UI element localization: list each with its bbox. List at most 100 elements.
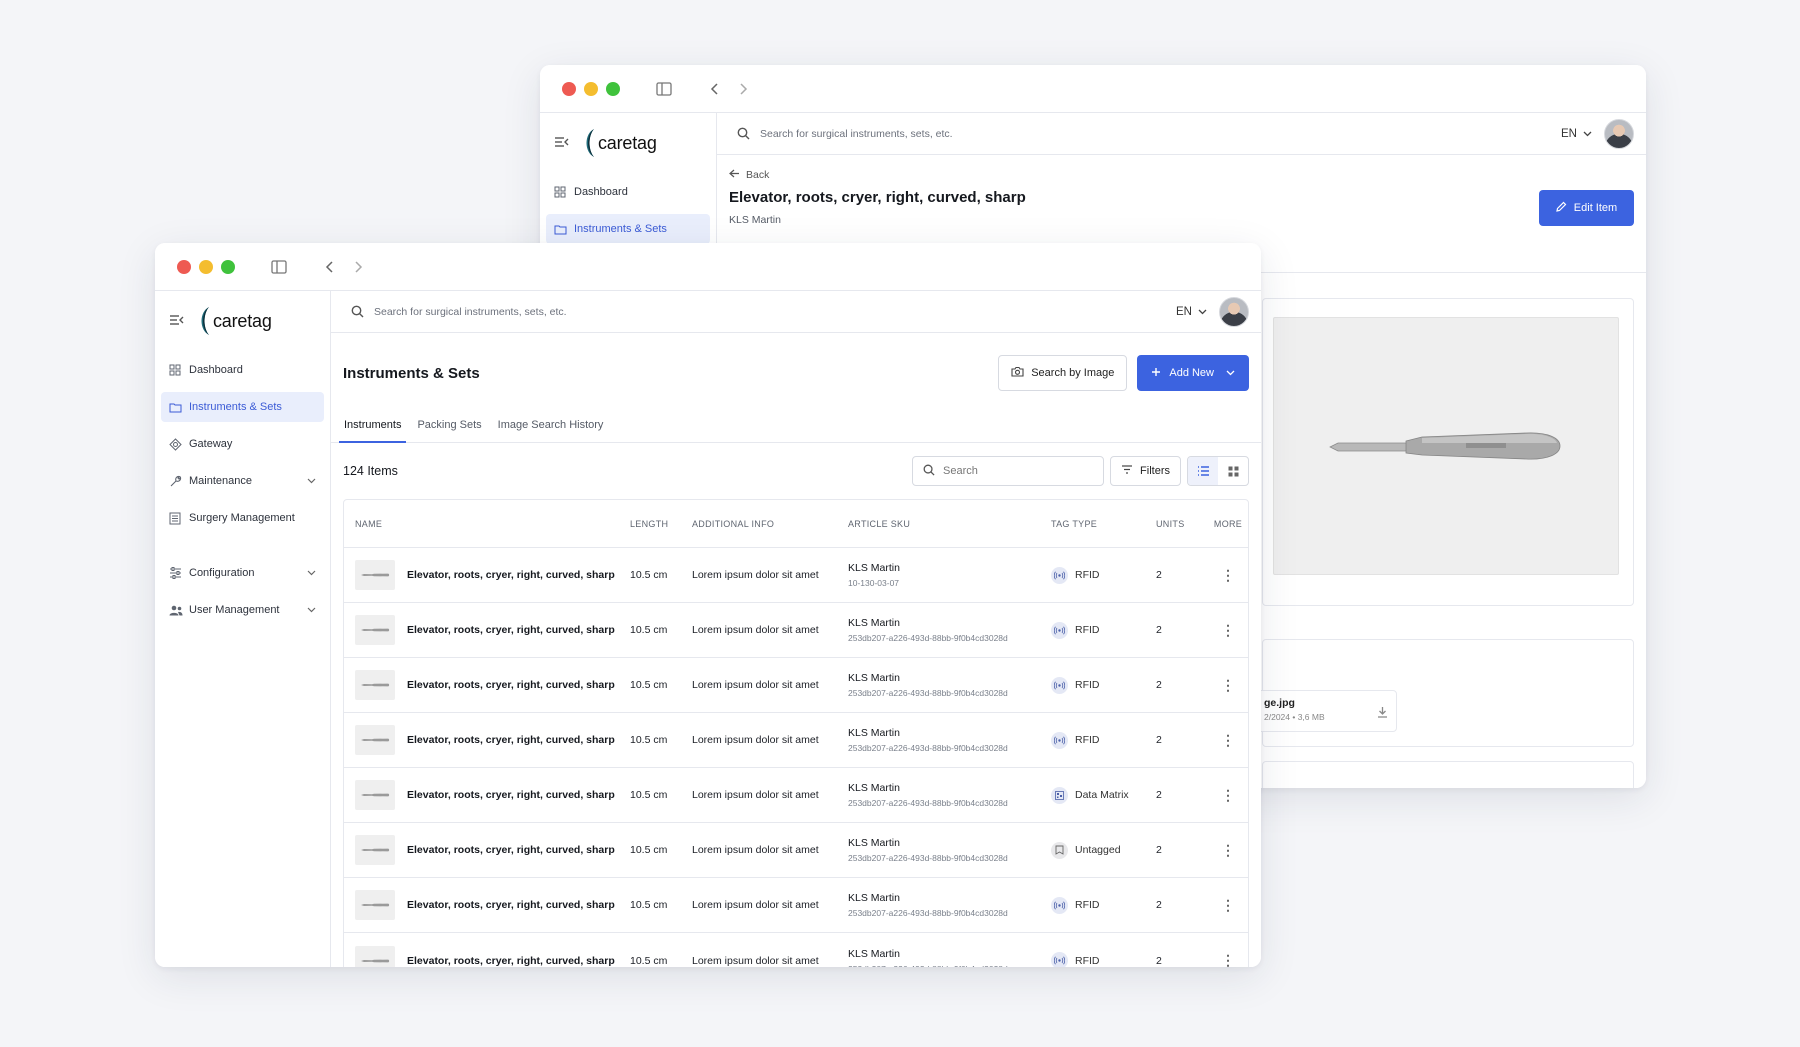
table-row[interactable]: Elevator, roots, cryer, right, curved, s… (344, 603, 1248, 658)
sidebar-item-configuration[interactable]: Configuration (161, 558, 324, 588)
back-link[interactable]: Back (729, 169, 1634, 181)
search-by-image-button[interactable]: Search by Image (998, 355, 1128, 391)
elevator-instrument-picture (1329, 432, 1561, 460)
chevron-down-icon (307, 567, 316, 579)
sidebar-item-label: Maintenance (189, 475, 252, 487)
tab-bar: Instruments Packing Sets Image Search Hi… (331, 413, 1261, 443)
table-row[interactable]: Elevator, roots, cryer, right, curved, s… (344, 823, 1248, 878)
sidebar-item-instruments[interactable]: Instruments & Sets (161, 392, 324, 422)
language-select[interactable]: EN (1561, 128, 1592, 140)
instrument-name[interactable]: Elevator, roots, cryer, right, curved, s… (407, 734, 615, 746)
more-options-icon[interactable]: ⋮ (1221, 732, 1235, 748)
instrument-image[interactable] (1273, 317, 1619, 575)
instrument-additional-info: Lorem ipsum dolor sit amet (692, 569, 819, 581)
more-options-icon[interactable]: ⋮ (1221, 952, 1235, 967)
instrument-units: 2 (1156, 624, 1162, 636)
instrument-units: 2 (1156, 844, 1162, 856)
table-row[interactable]: Elevator, roots, cryer, right, curved, s… (344, 713, 1248, 768)
more-options-icon[interactable]: ⋮ (1221, 677, 1235, 693)
grid-icon (169, 364, 189, 376)
tab-packing-sets[interactable]: Packing Sets (412, 413, 486, 443)
instrument-units: 2 (1156, 954, 1162, 967)
instrument-additional-info: Lorem ipsum dolor sit amet (692, 844, 819, 856)
sidebar: caretag Dashboard Instruments & Sets Gat… (155, 291, 331, 967)
table-row[interactable]: Elevator, roots, cryer, right, curved, s… (344, 878, 1248, 933)
global-search-input[interactable]: Search for surgical instruments, sets, e… (760, 128, 953, 140)
list-view-icon[interactable] (1188, 457, 1218, 485)
minimize-window-button[interactable] (584, 81, 598, 96)
nav-forward-icon[interactable] (353, 260, 363, 274)
maximize-window-button[interactable] (606, 81, 620, 96)
col-header-length[interactable]: LENGTH (630, 519, 692, 529)
chevron-down-icon (307, 475, 316, 487)
close-window-button[interactable] (177, 259, 191, 274)
instrument-name[interactable]: Elevator, roots, cryer, right, curved, s… (407, 789, 615, 801)
more-options-icon[interactable]: ⋮ (1221, 897, 1235, 913)
instrument-thumbnail (355, 725, 395, 755)
instrument-name[interactable]: Elevator, roots, cryer, right, curved, s… (407, 569, 615, 581)
instrument-manufacturer: KLS Martin (848, 727, 900, 739)
col-header-tag-type[interactable]: TAG TYPE (1051, 519, 1156, 529)
nav-forward-icon[interactable] (738, 82, 748, 96)
sidebar-item-surgery-management[interactable]: Surgery Management (161, 503, 324, 533)
add-new-button[interactable]: Add New (1137, 355, 1249, 391)
global-search-input[interactable]: Search for surgical instruments, sets, e… (374, 306, 567, 318)
nav-back-icon[interactable] (710, 82, 720, 96)
table-toolbar: 124 Items Search Filters (331, 443, 1261, 499)
language-label: EN (1561, 127, 1577, 140)
more-options-icon[interactable]: ⋮ (1221, 567, 1235, 583)
grid-view-icon[interactable] (1218, 457, 1248, 485)
table-row[interactable]: Elevator, roots, cryer, right, curved, s… (344, 548, 1248, 603)
more-options-icon[interactable]: ⋮ (1221, 787, 1235, 803)
avatar[interactable] (1604, 118, 1634, 149)
col-header-units[interactable]: UNITS (1156, 519, 1208, 529)
tab-image-search-history[interactable]: Image Search History (493, 413, 609, 443)
instrument-additional-info: Lorem ipsum dolor sit amet (692, 679, 819, 691)
table-search-input[interactable]: Search (912, 456, 1105, 486)
sidebar-item-instruments[interactable]: Instruments & Sets (546, 214, 710, 244)
tag-type-label: RFID (1075, 954, 1100, 967)
sidebar-item-dashboard[interactable]: Dashboard (546, 177, 710, 207)
sidebar-toggle-icon[interactable] (271, 259, 287, 274)
search-icon (351, 305, 364, 318)
instrument-manufacturer: KLS Martin (848, 672, 900, 684)
more-options-icon[interactable]: ⋮ (1221, 622, 1235, 638)
sidebar-toggle-icon[interactable] (656, 81, 672, 96)
edit-item-button[interactable]: Edit Item (1539, 190, 1634, 226)
menu-collapse-icon[interactable] (554, 135, 576, 152)
sidebar-item-dashboard[interactable]: Dashboard (161, 355, 324, 385)
nav-back-icon[interactable] (325, 260, 335, 274)
instrument-name[interactable]: Elevator, roots, cryer, right, curved, s… (407, 955, 615, 967)
table-row[interactable]: Elevator, roots, cryer, right, curved, s… (344, 933, 1248, 967)
instrument-name[interactable]: Elevator, roots, cryer, right, curved, s… (407, 899, 615, 911)
maximize-window-button[interactable] (221, 259, 235, 274)
tab-instruments[interactable]: Instruments (339, 413, 407, 443)
avatar[interactable] (1219, 296, 1249, 327)
tag-type-label: Untagged (1075, 844, 1121, 856)
minimize-window-button[interactable] (199, 259, 213, 274)
language-select[interactable]: EN (1176, 306, 1207, 318)
close-window-button[interactable] (562, 81, 576, 96)
instrument-additional-info: Lorem ipsum dolor sit amet (692, 954, 819, 967)
file-attachment[interactable]: ge.jpg 2/2024 • 3,6 MB (1257, 690, 1397, 732)
instrument-name[interactable]: Elevator, roots, cryer, right, curved, s… (407, 679, 615, 691)
col-header-additional-info[interactable]: ADDITIONAL INFO (692, 519, 848, 529)
download-icon[interactable] (1377, 705, 1388, 723)
more-options-icon[interactable]: ⋮ (1221, 842, 1235, 858)
col-header-article-sku[interactable]: ARTICLE SKU (848, 519, 1051, 529)
view-toggle (1187, 456, 1249, 486)
sidebar-item-maintenance[interactable]: Maintenance (161, 466, 324, 496)
table-row[interactable]: Elevator, roots, cryer, right, curved, s… (344, 658, 1248, 713)
menu-collapse-icon[interactable] (169, 313, 191, 330)
filters-button[interactable]: Filters (1110, 456, 1181, 486)
instrument-units: 2 (1156, 789, 1162, 801)
chevron-down-icon (1198, 306, 1207, 318)
instrument-sku: 253db207-a226-493d-88bb-9f0b4cd3028d (848, 908, 1008, 918)
col-header-name[interactable]: NAME (344, 519, 630, 529)
sidebar-item-gateway[interactable]: Gateway (161, 429, 324, 459)
search-icon (923, 464, 935, 479)
sidebar-item-user-management[interactable]: User Management (161, 595, 324, 625)
instrument-name[interactable]: Elevator, roots, cryer, right, curved, s… (407, 844, 615, 856)
instrument-name[interactable]: Elevator, roots, cryer, right, curved, s… (407, 624, 615, 636)
table-row[interactable]: Elevator, roots, cryer, right, curved, s… (344, 768, 1248, 823)
